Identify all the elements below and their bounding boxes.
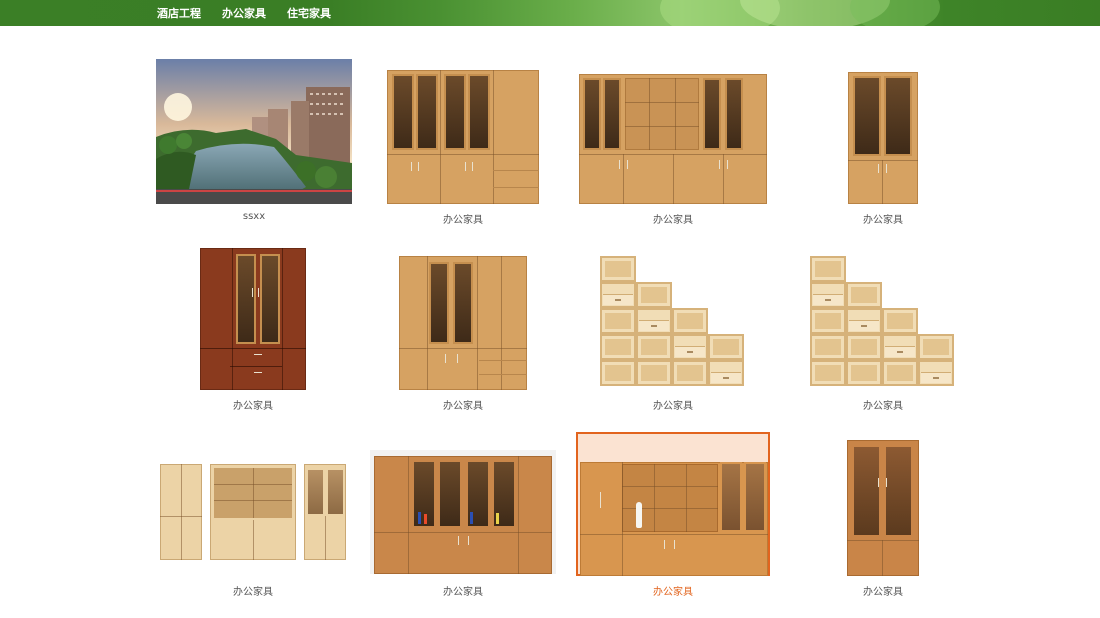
product-image[interactable]: [155, 58, 353, 204]
product-image[interactable]: [784, 244, 982, 390]
product-caption[interactable]: 办公家具: [784, 397, 982, 412]
product-image[interactable]: [574, 58, 772, 204]
product-image[interactable]: [784, 58, 982, 204]
wood-bookcase-center-glass: [399, 256, 527, 390]
product-caption[interactable]: ssxx: [155, 211, 353, 222]
product-card[interactable]: 办公家具: [574, 58, 772, 226]
product-caption[interactable]: 办公家具: [364, 397, 562, 412]
product-card-selected[interactable]: 办公家具: [574, 430, 772, 598]
product-caption[interactable]: 办公家具: [154, 583, 352, 598]
product-card[interactable]: 办公家具: [154, 244, 352, 412]
stepped-cube-shelf: [810, 250, 956, 390]
product-card[interactable]: 办公家具: [784, 430, 982, 598]
product-image[interactable]: [364, 430, 562, 576]
product-image[interactable]: [574, 430, 772, 576]
product-caption[interactable]: 办公家具: [574, 397, 772, 412]
mahogany-bookcase: [200, 248, 306, 390]
wide-bookcase-display: [370, 450, 556, 574]
product-image[interactable]: [574, 244, 772, 390]
glass-door-bookcase: [847, 440, 919, 576]
product-caption[interactable]: 办公家具: [364, 211, 562, 226]
nav-item-hotel-engineering[interactable]: 酒店工程: [157, 5, 201, 21]
product-caption[interactable]: 办公家具: [784, 211, 982, 226]
product-card[interactable]: ssxx: [155, 58, 353, 222]
office-wall-cabinet: [576, 432, 770, 576]
two-door-glass-bookcase: [848, 72, 918, 204]
product-caption[interactable]: 办公家具: [574, 583, 772, 598]
product-card[interactable]: 办公家具: [364, 58, 562, 226]
main-nav: 酒店工程 办公家具 住宅家具: [157, 0, 352, 26]
product-caption[interactable]: 办公家具: [364, 583, 562, 598]
product-image[interactable]: [364, 58, 562, 204]
product-image[interactable]: [784, 430, 982, 576]
nav-item-office-furniture[interactable]: 办公家具: [222, 5, 266, 21]
nav-item-home-furniture[interactable]: 住宅家具: [287, 5, 331, 21]
city-river-photo: [156, 59, 352, 204]
product-caption[interactable]: 办公家具: [784, 583, 982, 598]
stepped-cube-shelf: [600, 250, 746, 390]
light-wood-cabinet-set: [160, 464, 346, 562]
product-image[interactable]: [364, 244, 562, 390]
product-card[interactable]: 办公家具: [364, 430, 562, 598]
product-caption[interactable]: 办公家具: [154, 397, 352, 412]
banner-leaf-decoration: [850, 0, 940, 26]
wide-wood-bookcase: [579, 74, 767, 204]
product-card[interactable]: 办公家具: [784, 58, 982, 226]
product-image[interactable]: [154, 244, 352, 390]
top-nav-bar: 酒店工程 办公家具 住宅家具: [0, 0, 1100, 26]
product-card[interactable]: 办公家具: [364, 244, 562, 412]
wood-glass-bookcase: [387, 70, 539, 204]
product-image[interactable]: [154, 430, 352, 576]
product-caption[interactable]: 办公家具: [574, 211, 772, 226]
product-card[interactable]: 办公家具: [154, 430, 352, 598]
product-card[interactable]: 办公家具: [784, 244, 982, 412]
product-card[interactable]: 办公家具: [574, 244, 772, 412]
